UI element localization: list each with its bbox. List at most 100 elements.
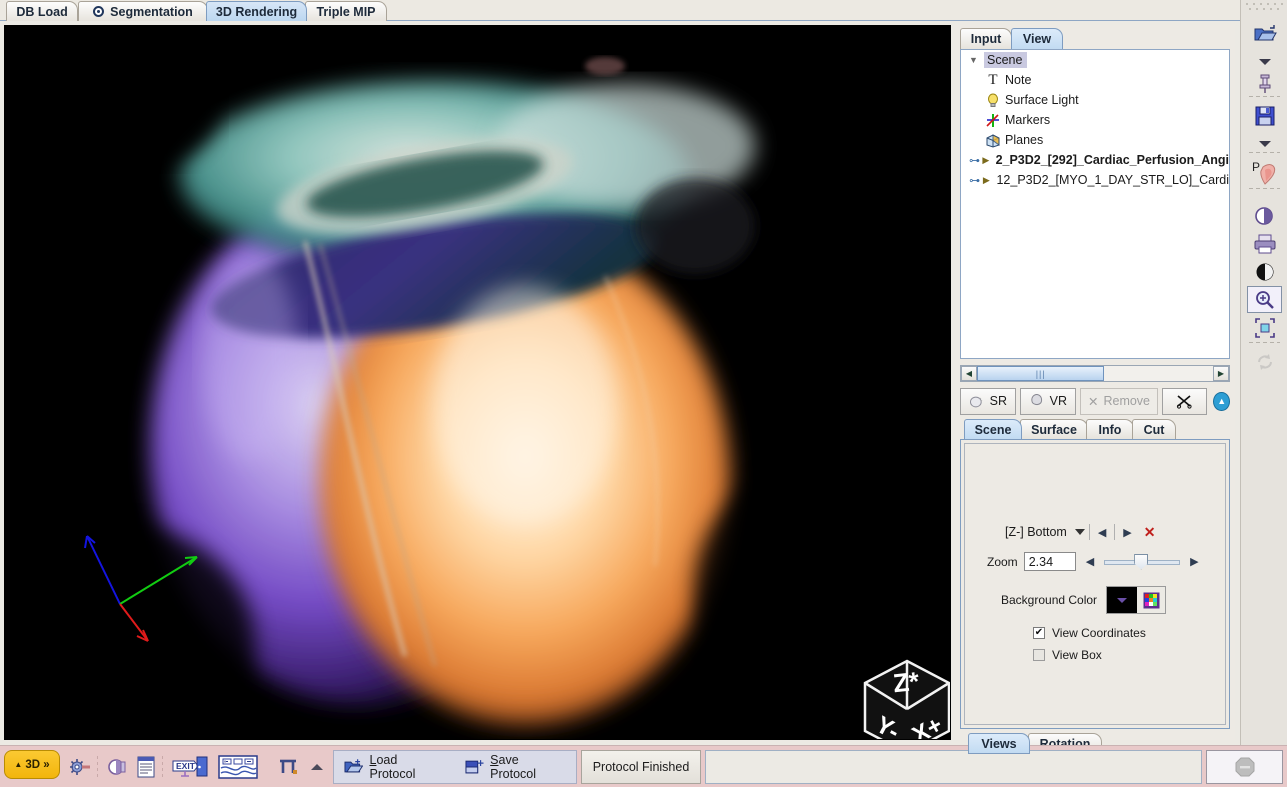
panel-tab-view[interactable]: View	[1011, 28, 1063, 49]
open-folder-button[interactable]	[1247, 20, 1282, 47]
svg-text:P: P	[1252, 160, 1260, 174]
cut-button[interactable]	[1162, 387, 1208, 415]
tab-segmentation[interactable]: Segmentation	[78, 1, 208, 21]
color-palette-button[interactable]	[1137, 587, 1166, 613]
tab-db-load[interactable]: DB Load	[6, 1, 78, 21]
background-color-label: Background Color	[1001, 593, 1098, 607]
scene-tree[interactable]: ▼ Scene T Note Surface Light Markers Pla…	[960, 49, 1230, 359]
chevron-down-icon[interactable]	[1117, 597, 1128, 603]
scroll-left-button[interactable]: ◀	[961, 366, 977, 381]
orientation-cube[interactable]: Z* Y- X+	[857, 653, 951, 740]
expand-arrow-icon[interactable]: ▼	[967, 55, 980, 65]
exit-button[interactable]: EXIT	[172, 754, 208, 780]
subtab-info[interactable]: Info	[1086, 419, 1134, 439]
measure-icon	[280, 759, 297, 774]
tree-item-note-label: Note	[1005, 73, 1032, 87]
toolbar-separator	[97, 756, 98, 778]
zoom-slider-knob[interactable]	[1134, 553, 1149, 570]
tree-item-note[interactable]: T Note	[961, 70, 1229, 90]
view-box-row[interactable]: View Box	[1033, 648, 1102, 662]
mode-3d-button[interactable]: ▲ 3D »	[4, 750, 60, 779]
view-side-panel: Input View ▼ Scene T Note Surface Light	[955, 25, 1235, 754]
layout-film-button[interactable]	[218, 754, 258, 780]
view-box-checkbox[interactable]	[1033, 649, 1045, 661]
scrollbar-thumb[interactable]: |||	[977, 366, 1105, 381]
chevron-down-icon	[1258, 58, 1271, 65]
tree-item-scene[interactable]: ▼ Scene	[961, 50, 1229, 70]
tree-item-planes[interactable]: Planes	[961, 130, 1229, 150]
refresh-button[interactable]	[1247, 348, 1282, 375]
subtab-surface[interactable]: Surface	[1020, 419, 1088, 439]
tree-item-series-2[interactable]: ⊶ ▶ 2_P3D2_[292]_Cardiac_Perfusion_Angi	[961, 150, 1229, 170]
sr-button[interactable]: SR	[960, 387, 1016, 415]
zoom-increase-button[interactable]: ▶	[1186, 555, 1202, 568]
zoom-tool-button[interactable]	[1247, 286, 1282, 313]
chevron-down-icon[interactable]	[1074, 529, 1085, 535]
palette-icon	[1143, 592, 1160, 608]
tree-item-markers[interactable]: Markers	[961, 110, 1229, 130]
toolbar-separator	[1249, 96, 1280, 97]
zoom-input[interactable]: 2.34	[1023, 552, 1076, 571]
fit-to-screen-icon	[1254, 317, 1275, 338]
zoom-decrease-button[interactable]: ◀	[1082, 555, 1098, 568]
orientation-dropdown[interactable]: [Z-] Bottom	[1005, 522, 1085, 542]
collapsed-node-icon[interactable]: ▶	[980, 175, 992, 186]
zoom-slider[interactable]	[1104, 553, 1181, 570]
toolbar-grip[interactable]	[1241, 0, 1287, 14]
film-sheet-icon	[137, 756, 155, 778]
status-bar	[705, 750, 1202, 784]
orientation-next-button[interactable]: ▶	[1119, 526, 1135, 539]
tab-views[interactable]: Views	[968, 733, 1030, 754]
scrollbar-track[interactable]: |||	[977, 366, 1213, 381]
orientation-prev-button[interactable]: ◀	[1094, 526, 1110, 539]
load-protocol-button[interactable]: Load Protocol	[334, 753, 455, 781]
heart-protocol-button[interactable]: P	[1247, 158, 1282, 185]
zoom-value: 2.34	[1028, 554, 1054, 569]
save-protocol-button[interactable]: Save Protocol	[455, 753, 576, 781]
contrast-button[interactable]	[105, 754, 131, 780]
node-handle-icon[interactable]: ⊶	[969, 154, 980, 167]
tab-triple-mip[interactable]: Triple MIP	[305, 1, 387, 21]
pin-button[interactable]	[1247, 70, 1282, 97]
tab-3d-rendering[interactable]: 3D Rendering	[206, 1, 307, 21]
orientation-delete-button[interactable]: ✕	[1144, 524, 1156, 541]
collapse-panel-button[interactable]: ▲	[1213, 391, 1230, 411]
scroll-up-button[interactable]	[304, 754, 330, 780]
window-level-button[interactable]	[1247, 258, 1282, 285]
volume-render-icon	[1031, 394, 1043, 406]
contrast-icon	[108, 759, 126, 775]
tree-horizontal-scrollbar[interactable]: ◀ ||| ▶	[960, 365, 1230, 382]
subtab-scene[interactable]: Scene	[964, 419, 1022, 439]
panel-tab-input[interactable]: Input	[960, 28, 1012, 49]
scissors-icon	[1177, 394, 1192, 409]
view-coordinates-checkbox[interactable]: ✔	[1033, 627, 1045, 639]
divider	[1088, 524, 1090, 540]
zoom-label: Zoom	[987, 554, 1018, 569]
vr-button[interactable]: VR	[1020, 387, 1076, 415]
measure-button[interactable]	[275, 754, 301, 780]
view-box-label: View Box	[1052, 648, 1102, 662]
corner-status-button[interactable]	[1206, 750, 1283, 784]
fit-to-screen-button[interactable]	[1247, 314, 1282, 341]
orientation-control-row: [Z-] Bottom ◀ ▶ ✕	[1005, 522, 1156, 542]
save-protocol-icon	[465, 760, 484, 774]
protocol-finished-button[interactable]: Protocol Finished	[581, 750, 701, 784]
contrast-circle-button[interactable]	[1247, 202, 1282, 229]
3d-render-viewport[interactable]: Z* Y- X+	[4, 25, 951, 740]
collapsed-node-icon[interactable]: ▶	[980, 155, 992, 166]
view-coordinates-row[interactable]: ✔ View Coordinates	[1033, 626, 1146, 640]
tree-item-surface-light[interactable]: Surface Light	[961, 90, 1229, 110]
tools-button[interactable]	[68, 754, 94, 780]
toolbar-separator	[1249, 188, 1280, 189]
background-color-control[interactable]	[1106, 586, 1167, 614]
tree-item-series-12[interactable]: ⊶ ▶ 12_P3D2_[MYO_1_DAY_STR_LO]_Cardi	[961, 170, 1229, 190]
background-color-swatch[interactable]	[1107, 587, 1138, 613]
remove-button[interactable]: ✕ Remove	[1080, 387, 1158, 415]
print-button[interactable]	[1247, 230, 1282, 257]
save-button[interactable]	[1247, 102, 1282, 129]
scroll-right-button[interactable]: ▶	[1213, 366, 1229, 381]
subtab-cut[interactable]: Cut	[1132, 419, 1176, 439]
protocol-button-group: Load Protocol Save Protocol	[333, 750, 577, 784]
node-handle-icon[interactable]: ⊶	[969, 174, 980, 187]
film-sheet-button[interactable]	[133, 754, 159, 780]
